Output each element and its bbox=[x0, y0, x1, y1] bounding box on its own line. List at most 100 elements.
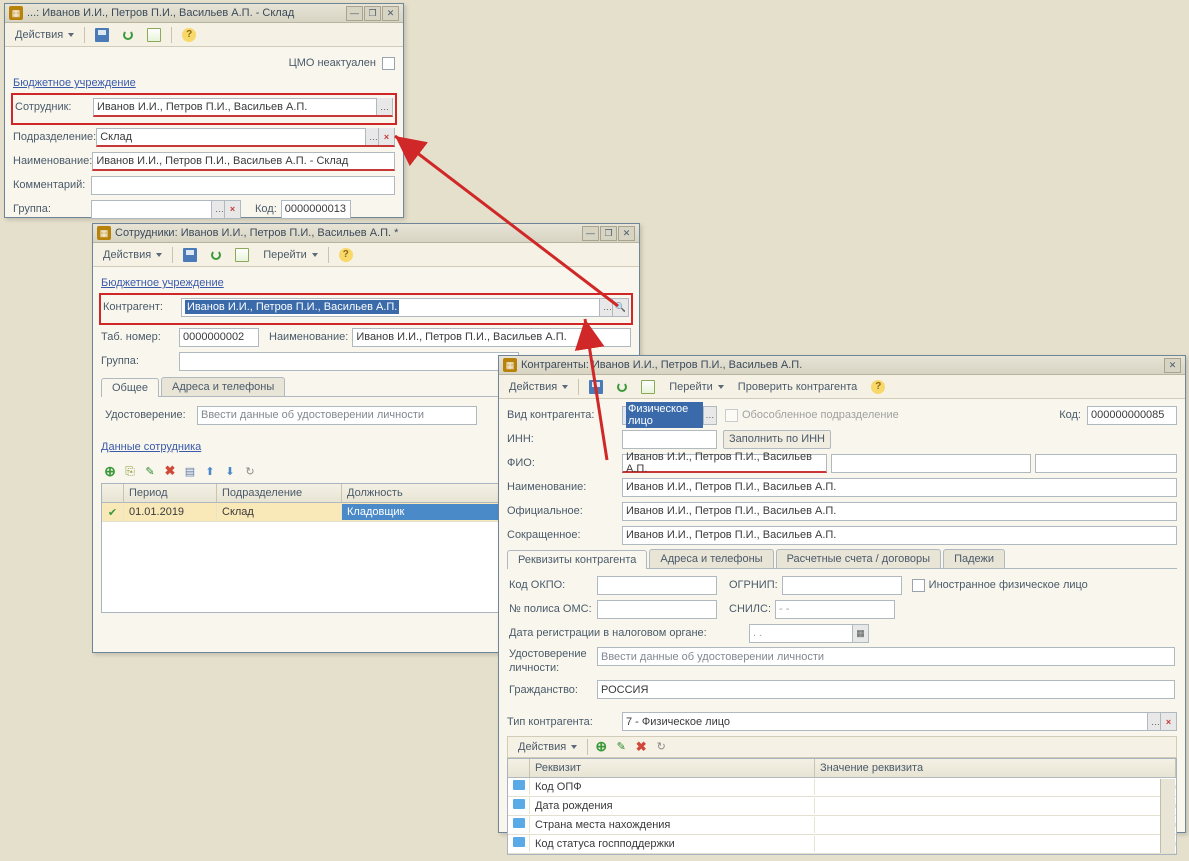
dept-field[interactable]: Склад … × bbox=[96, 128, 395, 147]
tab-general[interactable]: Общее bbox=[101, 378, 159, 397]
employee-select-button[interactable]: … bbox=[376, 98, 392, 115]
sub-refresh-button[interactable]: ↻ bbox=[652, 738, 670, 756]
snils-field[interactable]: - - bbox=[775, 600, 895, 619]
view-button[interactable]: ▤ bbox=[181, 462, 199, 480]
delete-button[interactable]: ✖ bbox=[161, 462, 179, 480]
dept-clear-button[interactable]: × bbox=[378, 128, 394, 145]
name-field[interactable]: Иванов И.И., Петров П.И., Васильев А.П. bbox=[352, 328, 631, 347]
type-field[interactable]: Физическое лицо … bbox=[622, 406, 717, 425]
col-value[interactable]: Значение реквизита bbox=[815, 759, 1176, 777]
short-field[interactable]: Иванов И.И., Петров П.И., Васильев А.П. bbox=[622, 526, 1177, 545]
col-dept[interactable]: Подразделение bbox=[217, 484, 342, 502]
code-field[interactable]: 000000000085 bbox=[1087, 406, 1177, 425]
citizen-value: РОССИЯ bbox=[601, 684, 648, 696]
report-button[interactable] bbox=[229, 245, 255, 265]
separate-checkbox[interactable] bbox=[725, 409, 738, 422]
swap-icon: ↻ bbox=[245, 465, 254, 478]
edit-button[interactable]: ✎ bbox=[141, 462, 159, 480]
ctype-field[interactable]: 7 - Физическое лицо … × bbox=[622, 712, 1177, 731]
actions-menu[interactable]: Действия bbox=[503, 377, 574, 397]
citizen-field[interactable]: РОССИЯ bbox=[597, 680, 1175, 699]
titlebar: ▦ Сотрудники: Иванов И.И., Петров П.И., … bbox=[93, 224, 639, 243]
official-field[interactable]: Иванов И.И., Петров П.И., Васильев А.П. bbox=[622, 502, 1177, 521]
table-row[interactable]: Код ОПФ bbox=[508, 778, 1176, 797]
help-button[interactable]: ? bbox=[333, 245, 359, 265]
foreign-checkbox[interactable] bbox=[912, 579, 925, 592]
inn-field[interactable] bbox=[622, 430, 717, 449]
close-button[interactable]: ✕ bbox=[1164, 358, 1181, 373]
fio-field-3[interactable] bbox=[1035, 454, 1177, 473]
refresh-icon bbox=[211, 250, 221, 260]
scrollbar[interactable] bbox=[1160, 779, 1175, 853]
calendar-button[interactable]: ▦ bbox=[852, 625, 868, 642]
report-button[interactable] bbox=[141, 25, 167, 45]
col-period[interactable]: Период bbox=[124, 484, 217, 502]
minimize-button[interactable]: — bbox=[582, 226, 599, 241]
check-button[interactable]: Проверить контрагента bbox=[732, 377, 863, 397]
tab-addresses[interactable]: Адреса и телефоны bbox=[161, 377, 285, 396]
card-icon bbox=[513, 837, 525, 847]
name-field[interactable]: Иванов И.И., Петров П.И., Васильев А.П. bbox=[622, 478, 1177, 497]
fio-field-1[interactable]: Иванов И.И., Петров П.И., Васильев А.П. bbox=[622, 454, 827, 473]
okpo-field[interactable] bbox=[597, 576, 717, 595]
sub-delete-button[interactable]: ✖ bbox=[632, 738, 650, 756]
minimize-button[interactable]: — bbox=[346, 6, 363, 21]
maximize-button[interactable]: ❐ bbox=[364, 6, 381, 21]
sub-add-button[interactable]: ⊕ bbox=[592, 738, 610, 756]
tab-accounts[interactable]: Расчетные счета / договоры bbox=[776, 549, 942, 568]
add-button[interactable]: ⊕ bbox=[101, 462, 119, 480]
table-row[interactable]: Дата рождения bbox=[508, 797, 1176, 816]
tab-addresses[interactable]: Адреса и телефоны bbox=[649, 549, 773, 568]
contragent-open-button[interactable]: 🔍 bbox=[612, 299, 628, 316]
save-button[interactable] bbox=[583, 377, 609, 397]
actions-menu[interactable]: Действия bbox=[97, 245, 168, 265]
ogrnip-field[interactable] bbox=[782, 576, 902, 595]
type-select-button[interactable]: … bbox=[703, 407, 716, 424]
regdate-field[interactable]: . . ▦ bbox=[749, 624, 869, 643]
close-button[interactable]: ✕ bbox=[618, 226, 635, 241]
maximize-button[interactable]: ❐ bbox=[600, 226, 617, 241]
comment-field[interactable] bbox=[91, 176, 395, 195]
ident-field[interactable]: Ввести данные об удостоверении личности bbox=[597, 647, 1175, 666]
report-button[interactable] bbox=[635, 377, 661, 397]
sub-actions-menu[interactable]: Действия bbox=[512, 737, 583, 757]
save-button[interactable] bbox=[177, 245, 203, 265]
copy-button[interactable]: ⎘ bbox=[121, 462, 139, 480]
refresh-button[interactable] bbox=[205, 245, 227, 265]
table-row[interactable]: Код статуса госпподдержки bbox=[508, 835, 1176, 854]
fill-inn-button[interactable]: Заполнить по ИНН bbox=[723, 430, 831, 449]
code-field[interactable]: 0000000013 bbox=[281, 200, 351, 219]
close-button[interactable]: ✕ bbox=[382, 6, 399, 21]
group-clear-button[interactable]: × bbox=[224, 201, 240, 218]
table-row[interactable]: Страна места нахождения bbox=[508, 816, 1176, 835]
employee-field[interactable]: Иванов И.И., Петров П.И., Васильев А.П. … bbox=[93, 98, 393, 117]
goto-menu[interactable]: Перейти bbox=[257, 245, 324, 265]
up-button[interactable]: ⬆ bbox=[201, 462, 219, 480]
down-button[interactable]: ⬇ bbox=[221, 462, 239, 480]
group-field[interactable] bbox=[179, 352, 519, 371]
name-field[interactable]: Иванов И.И., Петров П.И., Васильев А.П. … bbox=[92, 152, 395, 171]
sub-edit-button[interactable]: ✎ bbox=[612, 738, 630, 756]
tab-requisites[interactable]: Реквизиты контрагента bbox=[507, 550, 647, 569]
col-requisite[interactable]: Реквизит bbox=[530, 759, 815, 777]
contragent-field[interactable]: Иванов И.И., Петров П.И., Васильев А.П. … bbox=[181, 298, 629, 317]
req-name: Код ОПФ bbox=[530, 779, 815, 795]
cmo-checkbox[interactable] bbox=[382, 57, 395, 70]
actions-menu[interactable]: Действия bbox=[9, 25, 80, 45]
refresh-button[interactable] bbox=[611, 377, 633, 397]
official-label: Официальное: bbox=[507, 505, 622, 517]
app-icon: ▦ bbox=[97, 226, 111, 240]
help-button[interactable]: ? bbox=[176, 25, 202, 45]
tabnum-field[interactable]: 0000000002 bbox=[179, 328, 259, 347]
oms-field[interactable] bbox=[597, 600, 717, 619]
update-button[interactable]: ↻ bbox=[241, 462, 259, 480]
ctype-clear-button[interactable]: × bbox=[1160, 713, 1176, 730]
ident-field[interactable]: Ввести данные об удостоверении личности bbox=[197, 406, 477, 425]
fio-field-2[interactable] bbox=[831, 454, 1031, 473]
tab-cases[interactable]: Падежи bbox=[943, 549, 1005, 568]
group-field[interactable]: … × bbox=[91, 200, 241, 219]
goto-menu[interactable]: Перейти bbox=[663, 377, 730, 397]
save-button[interactable] bbox=[89, 25, 115, 45]
refresh-button[interactable] bbox=[117, 25, 139, 45]
help-button[interactable]: ? bbox=[865, 377, 891, 397]
